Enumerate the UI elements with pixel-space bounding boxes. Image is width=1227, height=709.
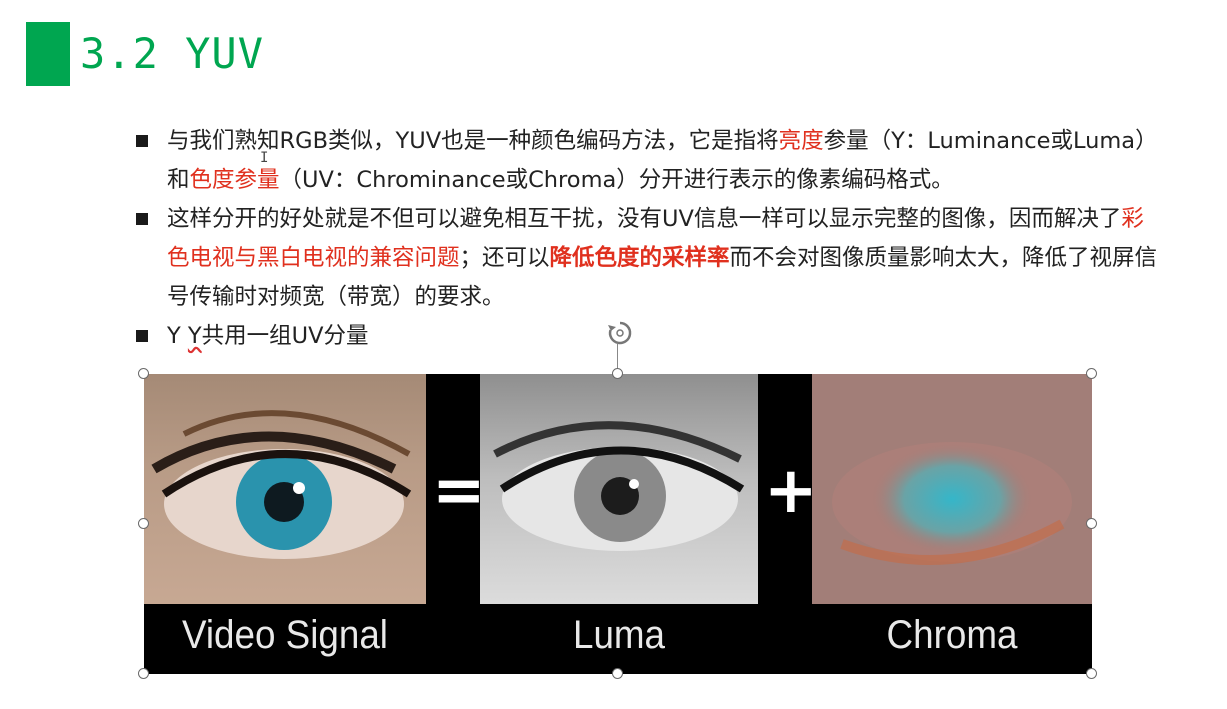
resize-handle-left[interactable] bbox=[138, 518, 149, 529]
bullet-text: （UV：Chrominance或Chroma）分开进行表示的像素编码格式。 bbox=[279, 167, 954, 193]
chroma-eye-icon bbox=[832, 442, 1072, 565]
caption-chroma: Chroma bbox=[886, 613, 1018, 657]
rotate-handle-icon[interactable] bbox=[606, 319, 634, 347]
resize-handle-top-left[interactable] bbox=[138, 368, 149, 379]
equals-sign: = bbox=[432, 454, 486, 528]
bullet-text: 这样分开的好处就是不但可以避免相互干扰，没有UV信息一样可以显示完整的图像，因而… bbox=[167, 206, 1122, 232]
slide-title[interactable]: 3.2 YUV bbox=[80, 26, 264, 82]
square-bullet-icon bbox=[136, 213, 148, 225]
highlight-text-bold: 降低色度的采样率 bbox=[549, 245, 730, 271]
bullet-item-1[interactable]: 与我们熟知RGB类似，YUV也是一种颜色编码方法，它是指将亮度参量（Y：Lumi… bbox=[136, 122, 1166, 200]
resize-handle-top-right[interactable] bbox=[1086, 368, 1097, 379]
title-accent-bar bbox=[26, 22, 70, 86]
bullet-item-3[interactable]: Y Y共用一组UV分量 bbox=[136, 317, 1166, 356]
plus-sign: + bbox=[764, 454, 818, 528]
color-eye-icon bbox=[151, 410, 412, 559]
bullet-item-2[interactable]: 这样分开的好处就是不但可以避免相互干扰，没有UV信息一样可以显示完整的图像，因而… bbox=[136, 200, 1166, 317]
caption-luma: Luma bbox=[572, 613, 666, 657]
square-bullet-icon bbox=[136, 135, 148, 147]
square-bullet-icon bbox=[136, 330, 148, 342]
resize-handle-top[interactable] bbox=[612, 368, 623, 379]
bullet-text: Y bbox=[167, 323, 188, 349]
bullet-list[interactable]: 与我们熟知RGB类似，YUV也是一种颜色编码方法，它是指将亮度参量（Y：Lumi… bbox=[136, 122, 1166, 356]
chroma-panel bbox=[812, 374, 1092, 604]
resize-handle-right[interactable] bbox=[1086, 518, 1097, 529]
highlight-text: 亮度 bbox=[778, 128, 824, 154]
bullet-text: 共用一组UV分量 bbox=[201, 323, 369, 349]
spellcheck-text: Y bbox=[187, 323, 202, 349]
luma-panel bbox=[480, 374, 758, 604]
yuv-illustration-image[interactable]: = + Video Signal Luma Chroma bbox=[144, 374, 1092, 674]
grayscale-eye-icon bbox=[493, 421, 745, 551]
resize-handle-bottom-left[interactable] bbox=[138, 668, 149, 679]
caption-video-signal: Video Signal bbox=[182, 613, 388, 657]
bullet-text: ；还可以 bbox=[459, 245, 550, 271]
resize-handle-bottom[interactable] bbox=[612, 668, 623, 679]
bullet-text: 与我们熟知RGB类似，YUV也是一种颜色编码方法，它是指将 bbox=[167, 128, 779, 154]
highlight-text: 色度参量 bbox=[189, 167, 280, 193]
video-signal-panel bbox=[144, 374, 426, 604]
resize-handle-bottom-right[interactable] bbox=[1086, 668, 1097, 679]
